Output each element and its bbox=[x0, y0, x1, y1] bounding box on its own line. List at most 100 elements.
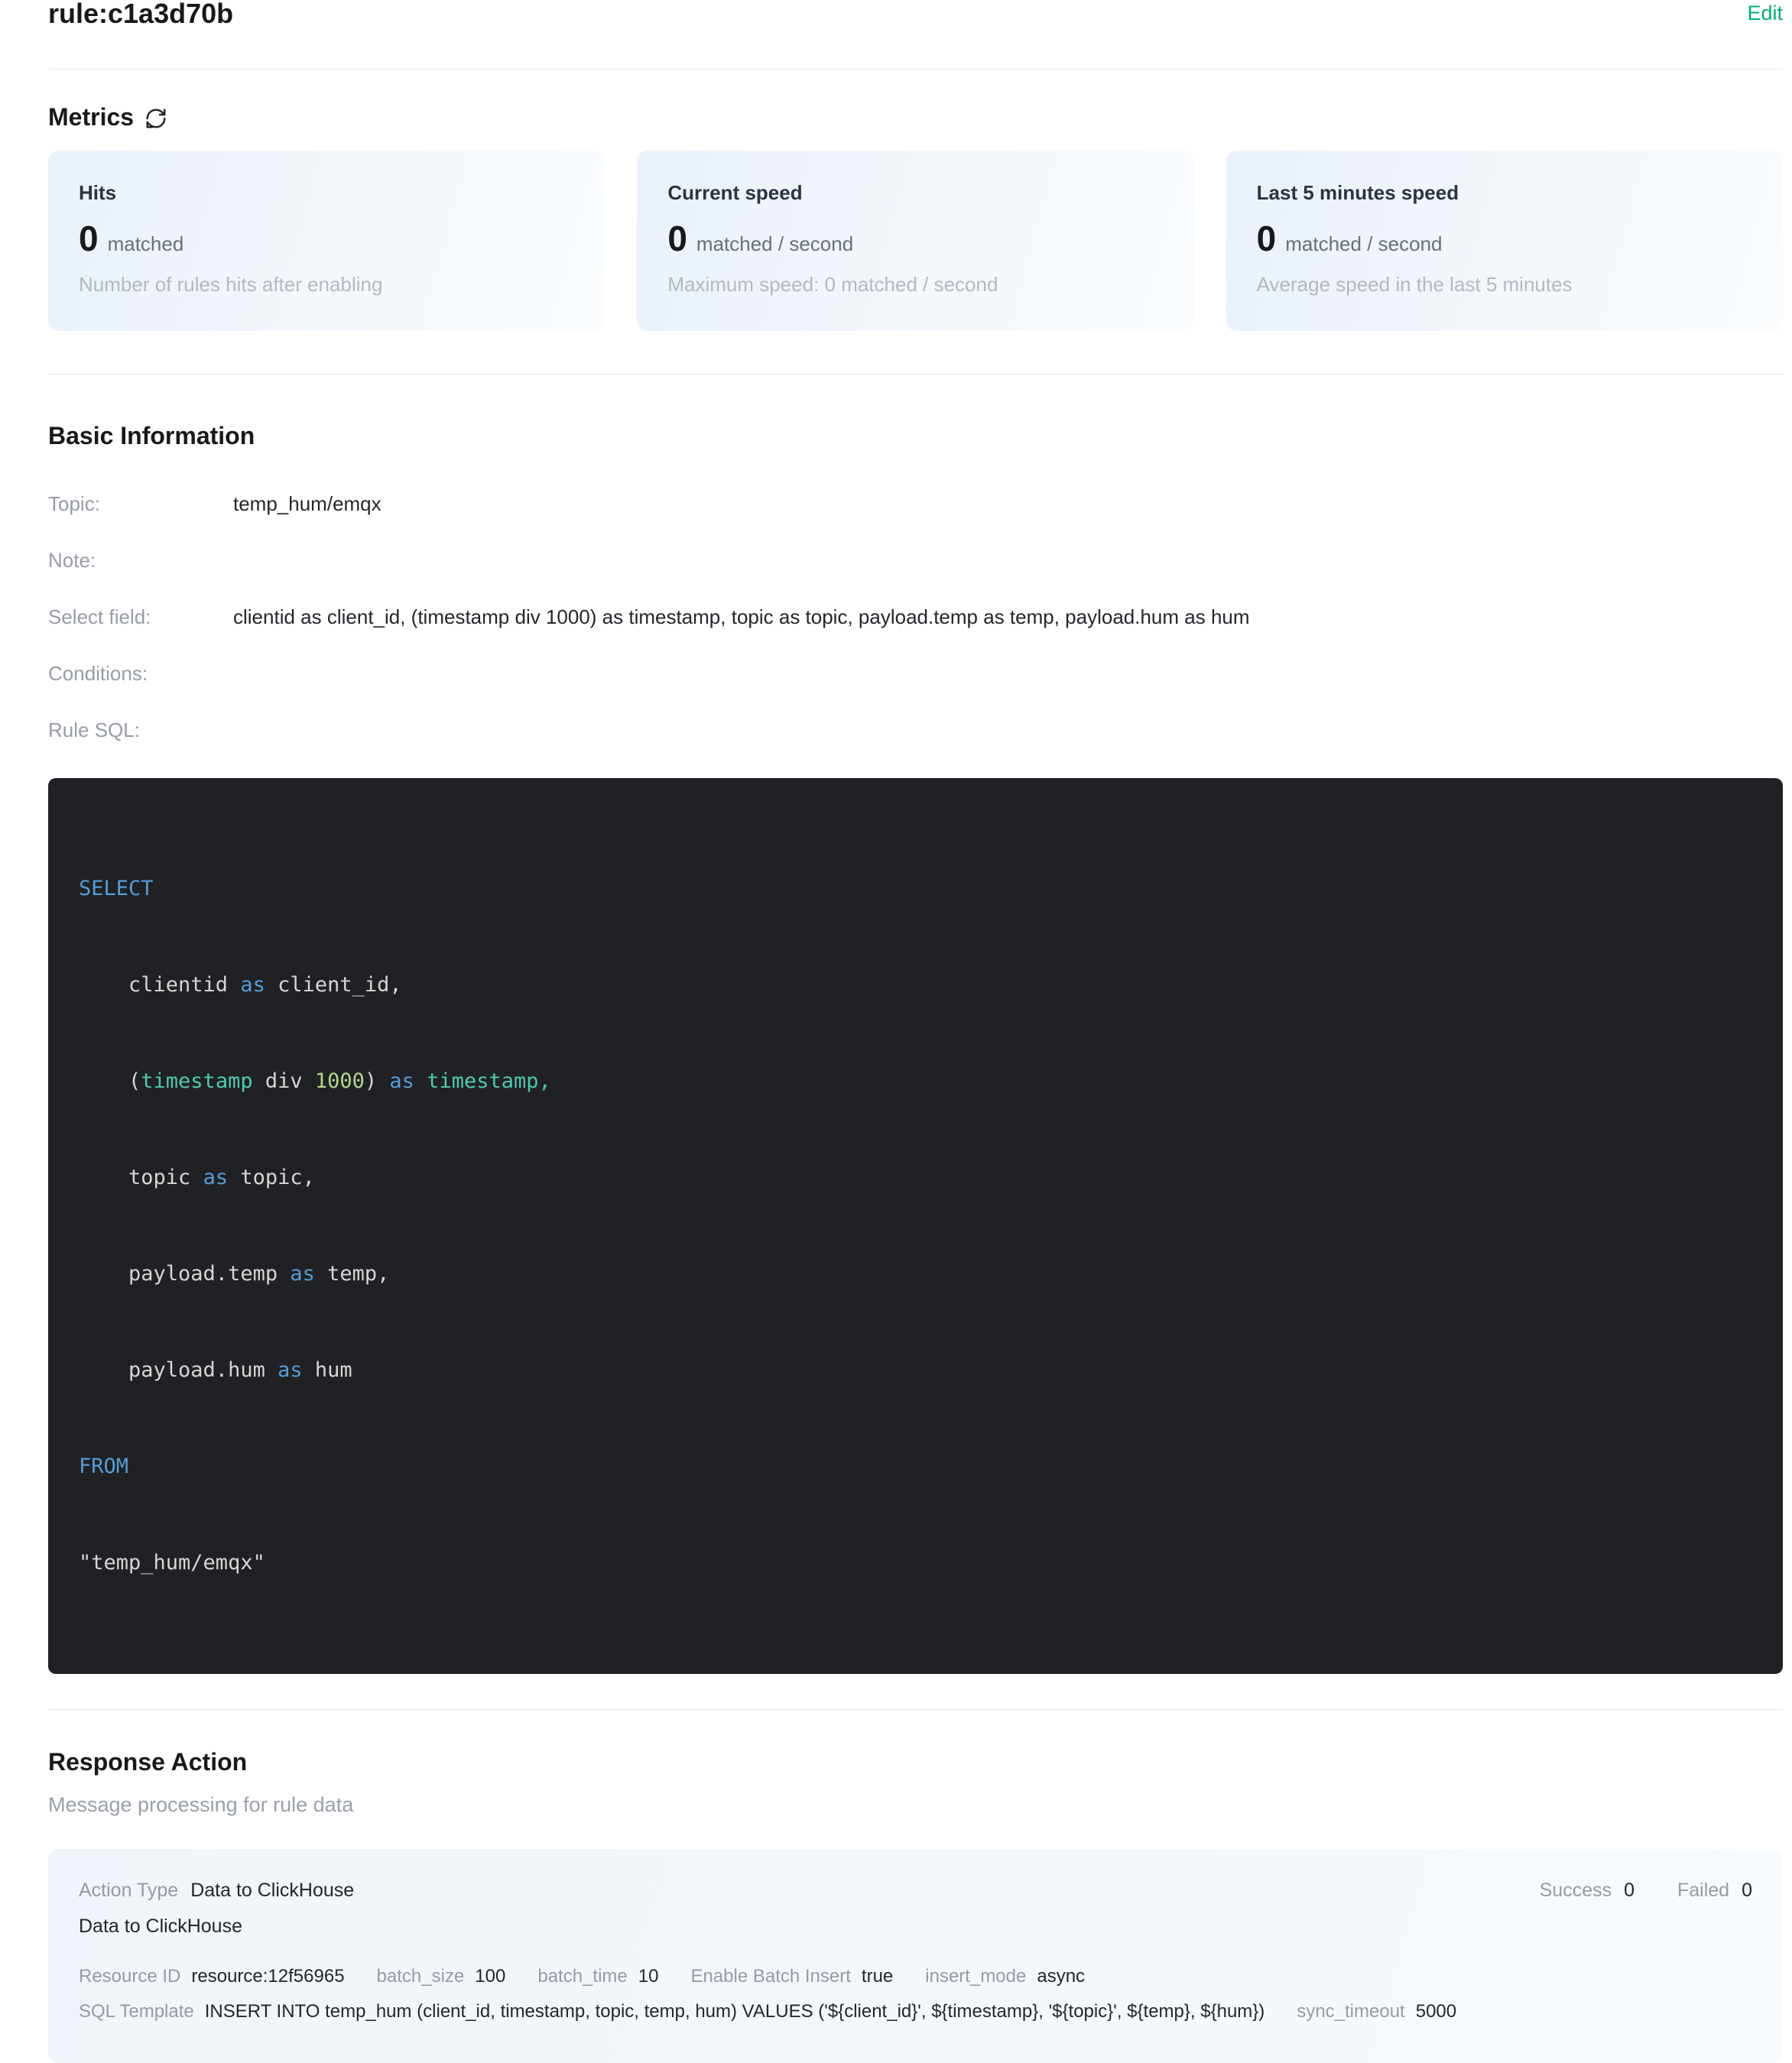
code-token: client_id, bbox=[265, 973, 402, 997]
code-line: payload.hum as hum bbox=[79, 1354, 1752, 1387]
action-card: Action Type Data to ClickHouse Success 0… bbox=[48, 1849, 1783, 2063]
param-label: sync_timeout bbox=[1297, 2000, 1404, 2024]
success-stat: Success 0 bbox=[1540, 1880, 1635, 1902]
action-type: Action Type Data to ClickHouse bbox=[79, 1880, 354, 1902]
success-value: 0 bbox=[1624, 1880, 1635, 1902]
card-unit: matched bbox=[108, 232, 184, 256]
param-sql-template: SQL TemplateINSERT INTO temp_hum (client… bbox=[79, 2000, 1264, 2024]
param-label: batch_size bbox=[377, 1964, 465, 1989]
response-action-heading: Response Action bbox=[48, 1745, 1783, 1779]
response-action-subtitle: Message processing for rule data bbox=[48, 1791, 1783, 1818]
card-value: 0 bbox=[1257, 219, 1277, 258]
card-title: Current speed bbox=[667, 180, 1163, 206]
param-value: resource:12f56965 bbox=[191, 1964, 344, 1989]
card-unit: matched / second bbox=[1285, 232, 1442, 256]
code-token: as bbox=[240, 973, 265, 997]
code-token: SELECT bbox=[79, 877, 154, 900]
basic-information-heading: Basic Information bbox=[48, 419, 1783, 452]
param-label: Enable Batch Insert bbox=[690, 1964, 850, 1989]
metric-card-hits: Hits 0 matched Number of rules hits afte… bbox=[48, 151, 605, 331]
info-row-select-field: Select field: clientid as client_id, (ti… bbox=[48, 589, 1783, 645]
code-line: payload.temp as temp, bbox=[79, 1258, 1752, 1290]
success-label: Success bbox=[1540, 1880, 1612, 1902]
param-batch-time: batch_time 10 bbox=[537, 1964, 658, 1989]
card-title: Hits bbox=[79, 180, 574, 206]
info-label: Rule SQL: bbox=[48, 718, 233, 741]
code-token: topic, bbox=[228, 1166, 315, 1189]
param-value: 10 bbox=[638, 1964, 659, 1989]
card-title: Last 5 minutes speed bbox=[1257, 180, 1752, 206]
info-value: temp_hum/emqx bbox=[233, 492, 381, 515]
failed-value: 0 bbox=[1742, 1880, 1752, 1902]
failed-stat: Failed 0 bbox=[1677, 1880, 1752, 1902]
code-token: temp, bbox=[315, 1262, 390, 1286]
refresh-icon[interactable] bbox=[144, 107, 167, 130]
divider bbox=[48, 69, 1783, 70]
card-value: 0 bbox=[79, 219, 99, 258]
param-value: async bbox=[1037, 1964, 1085, 1989]
page-title: rule:c1a3d70b bbox=[48, 0, 233, 32]
code-token: payload.hum bbox=[79, 1358, 278, 1382]
basic-information-rows: Topic: temp_hum/emqx Note: Select field:… bbox=[48, 475, 1783, 758]
rule-detail-page: rule:c1a3d70b Edit Metrics Hits 0 matche… bbox=[0, 0, 1792, 2063]
code-token: div bbox=[253, 1069, 315, 1093]
code-token: ) bbox=[365, 1069, 390, 1093]
code-token: as bbox=[389, 1069, 414, 1093]
info-label: Select field: bbox=[48, 605, 233, 628]
action-stats: Success 0 Failed 0 bbox=[1540, 1880, 1752, 1902]
action-params: Resource ID resource:12f56965 batch_size 1… bbox=[79, 1964, 1752, 2024]
rule-sql-code-block: SELECT clientid as client_id, (timestamp… bbox=[48, 778, 1783, 1674]
code-token: as bbox=[278, 1358, 303, 1382]
divider bbox=[48, 374, 1783, 375]
param-insert-mode: insert_mode async bbox=[925, 1964, 1085, 1989]
param-label: Resource ID bbox=[79, 1964, 180, 1989]
edit-link[interactable]: Edit bbox=[1747, 0, 1783, 26]
code-token: timestamp, bbox=[427, 1069, 551, 1093]
code-token: hum bbox=[303, 1358, 352, 1382]
card-description: Average speed in the last 5 minutes bbox=[1257, 271, 1752, 297]
card-value: 0 bbox=[667, 219, 687, 258]
param-label: insert_mode bbox=[925, 1964, 1026, 1989]
info-label: Conditions: bbox=[48, 662, 233, 685]
param-resource-id: Resource ID resource:12f56965 bbox=[79, 1964, 345, 1989]
code-line: (timestamp div 1000) as timestamp, bbox=[79, 1066, 1752, 1098]
action-type-label: Action Type bbox=[79, 1880, 178, 1902]
info-row-topic: Topic: temp_hum/emqx bbox=[48, 475, 1783, 532]
code-line: topic as topic, bbox=[79, 1162, 1752, 1194]
param-value: true bbox=[862, 1964, 893, 1989]
card-description: Number of rules hits after enabling bbox=[79, 271, 574, 297]
metric-card-current-speed: Current speed 0 matched / second Maximum… bbox=[637, 151, 1193, 331]
card-unit: matched / second bbox=[696, 232, 853, 256]
info-label: Note: bbox=[48, 549, 233, 572]
info-row-conditions: Conditions: bbox=[48, 645, 1783, 702]
code-token: topic bbox=[79, 1166, 203, 1189]
param-enable-batch-insert: Enable Batch Insert true bbox=[690, 1964, 893, 1989]
param-value: 5000 bbox=[1416, 2000, 1456, 2024]
code-token: as bbox=[290, 1262, 315, 1286]
param-sync-timeout: sync_timeout 5000 bbox=[1297, 2000, 1456, 2024]
code-line: SELECT bbox=[79, 873, 1752, 905]
action-name: Data to ClickHouse bbox=[79, 1914, 1752, 1938]
code-line: "temp_hum/emqx" bbox=[79, 1547, 1752, 1579]
divider bbox=[48, 1709, 1783, 1710]
info-row-note: Note: bbox=[48, 532, 1783, 589]
metric-card-last-5-minutes-speed: Last 5 minutes speed 0 matched / second … bbox=[1226, 151, 1783, 331]
metric-cards-row: Hits 0 matched Number of rules hits afte… bbox=[48, 151, 1783, 331]
code-token: 1000 bbox=[315, 1069, 365, 1093]
info-value: clientid as client_id, (timestamp div 10… bbox=[233, 605, 1250, 628]
param-label: batch_time bbox=[537, 1964, 627, 1989]
metrics-heading: Metrics bbox=[48, 100, 134, 134]
info-label: Topic: bbox=[48, 492, 233, 515]
code-token: FROM bbox=[79, 1455, 128, 1478]
action-type-value: Data to ClickHouse bbox=[190, 1880, 354, 1902]
code-token: payload.temp bbox=[79, 1262, 290, 1286]
info-row-rule-sql: Rule SQL: bbox=[48, 702, 1783, 758]
param-value: 100 bbox=[475, 1964, 505, 1989]
card-description: Maximum speed: 0 matched / second bbox=[667, 271, 1163, 297]
code-token bbox=[414, 1069, 427, 1093]
failed-label: Failed bbox=[1677, 1880, 1729, 1902]
code-line: FROM bbox=[79, 1451, 1752, 1483]
metrics-section-header: Metrics bbox=[48, 100, 1783, 134]
code-line: clientid as client_id, bbox=[79, 969, 1752, 1001]
code-token: ( bbox=[79, 1069, 141, 1093]
